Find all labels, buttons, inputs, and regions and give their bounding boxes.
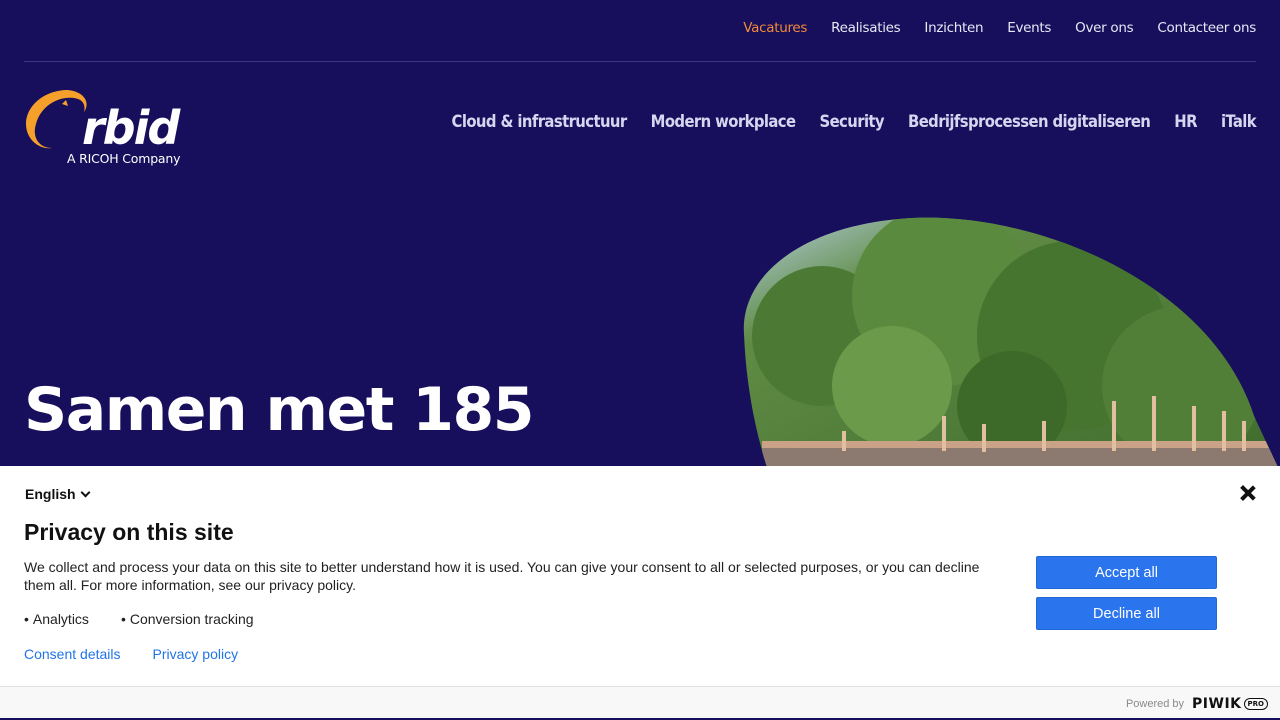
consent-details-link[interactable]: Consent details [24,646,121,662]
powered-by-label: Powered by [1125,698,1185,710]
top-nav-contacteer-ons[interactable]: Contacteer ons [1157,20,1256,36]
hero-image [742,216,1280,476]
main-nav-italk[interactable]: iTalk [1221,112,1257,131]
privacy-policy-link[interactable]: Privacy policy [153,646,239,662]
consent-purposes: Analytics Conversion tracking [24,611,254,627]
main-nav-bedrijfsprocessen[interactable]: Bedrijfsprocessen digitaliseren [908,112,1151,131]
logo-tagline: A RICOH Company [67,151,181,166]
top-navigation: Vacatures Realisaties Inzichten Events O… [743,20,1256,36]
consent-description: We collect and process your data on this… [24,559,980,593]
chevron-down-icon [80,487,91,498]
privacy-consent-banner: English Privacy on this site We collect … [0,466,1280,720]
top-nav-inzichten[interactable]: Inzichten [924,20,983,36]
top-nav-events[interactable]: Events [1007,20,1051,36]
language-selector[interactable]: English [25,486,91,502]
hero-photo-crowd [743,217,1280,476]
close-icon[interactable] [1240,485,1256,501]
main-nav-modern-workplace[interactable]: Modern workplace [651,112,796,131]
consent-links: Consent details Privacy policy [24,646,238,662]
consent-footer: Powered by PIWIK PRO [0,686,1280,719]
orbid-logo-icon: rbid [26,90,183,150]
main-nav-cloud-infrastructuur[interactable]: Cloud & infrastructuur [452,112,628,131]
top-bar: Vacatures Realisaties Inzichten Events O… [24,0,1256,62]
main-nav-hr[interactable]: HR [1174,112,1197,131]
language-label: English [25,486,76,502]
top-nav-realisaties[interactable]: Realisaties [831,20,901,36]
purpose-analytics: Analytics [24,611,89,627]
consent-title: Privacy on this site [24,519,234,545]
pro-badge: PRO [1243,698,1268,710]
powered-by: Powered by PIWIK PRO [1126,696,1268,712]
top-nav-over-ons[interactable]: Over ons [1075,20,1134,36]
piwik-wordmark: PIWIK [1192,696,1242,712]
decline-all-button[interactable]: Decline all [1036,597,1217,630]
accept-all-button[interactable]: Accept all [1036,556,1217,589]
piwik-pro-logo[interactable]: PIWIK PRO [1192,696,1268,712]
hero-title: Samen met 185 [24,375,535,445]
main-navigation: Cloud & infrastructuur Modern workplace … [452,112,1257,131]
main-nav-security[interactable]: Security [819,112,884,131]
purpose-conversion-tracking: Conversion tracking [121,611,254,627]
top-nav-vacatures[interactable]: Vacatures [743,20,807,36]
orbid-logo[interactable]: rbid A RICOH Company [24,88,194,170]
svg-text:rbid: rbid [82,101,181,150]
